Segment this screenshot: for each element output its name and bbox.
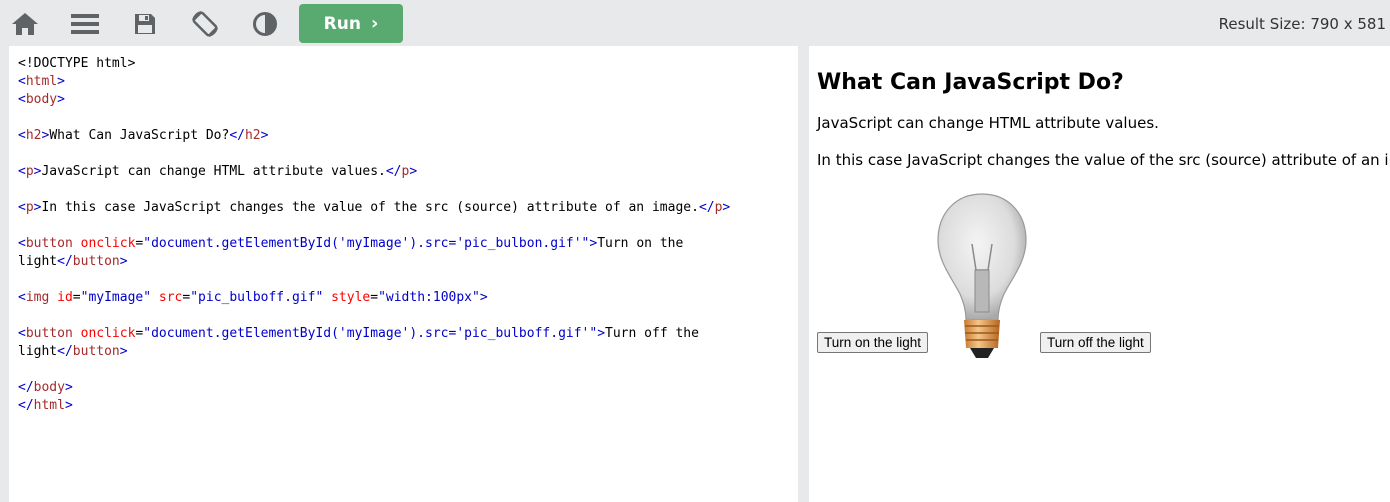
chevron-right-icon: › (370, 13, 379, 34)
lightbulb-off-image (930, 190, 1034, 360)
code-img-id: "myImage" (80, 290, 152, 305)
code-editor[interactable]: <!DOCTYPE html> <html> <body> <h2>What C… (9, 46, 798, 502)
run-button-label: Run (323, 13, 361, 34)
result-heading: What Can JavaScript Do? (817, 70, 1124, 95)
result-paragraph-2: In this case JavaScript changes the valu… (817, 151, 1390, 169)
rotate-icon[interactable] (188, 7, 222, 41)
code-btn-on-text-a: Turn on the (597, 236, 684, 251)
result-paragraph-1: JavaScript can change HTML attribute val… (817, 114, 1159, 132)
code-img-src: "pic_bulboff.gif" (190, 290, 324, 305)
code-img-style: "width:100px" (378, 290, 480, 305)
turn-off-light-button[interactable]: Turn off the light (1040, 332, 1151, 353)
contrast-icon[interactable] (248, 7, 282, 41)
code-btn-on-text-b: light (18, 254, 58, 269)
code-p2-text: In this case JavaScript changes the valu… (41, 200, 699, 215)
toolbar: Run › Result Size: 790 x 581 (0, 0, 1390, 46)
code-btn-on-onclick: "document.getElementById('myImage').src=… (143, 236, 590, 251)
panel-divider[interactable] (798, 46, 809, 502)
result-image-row: Turn on the light Turn off the light (817, 190, 1390, 380)
menu-icon[interactable] (68, 7, 102, 41)
run-button[interactable]: Run › (299, 4, 403, 43)
code-btn-off-onclick: "document.getElementById('myImage').src=… (143, 326, 598, 341)
code-h2-text: What Can JavaScript Do? (49, 128, 230, 143)
result-panel: What Can JavaScript Do? JavaScript can c… (809, 46, 1390, 502)
result-size-label: Result Size: 790 x 581 (1218, 15, 1386, 33)
code-doctype: <!DOCTYPE html> (18, 56, 136, 71)
code-p1-text: JavaScript can change HTML attribute val… (41, 164, 386, 179)
code-btn-off-text-a: Turn off the (605, 326, 699, 341)
home-icon[interactable] (8, 7, 42, 41)
code-text: <!DOCTYPE html> <html> <body> <h2>What C… (18, 56, 731, 413)
code-btn-off-text-b: light (18, 344, 58, 359)
turn-on-light-button[interactable]: Turn on the light (817, 332, 929, 353)
save-icon[interactable] (128, 7, 162, 41)
